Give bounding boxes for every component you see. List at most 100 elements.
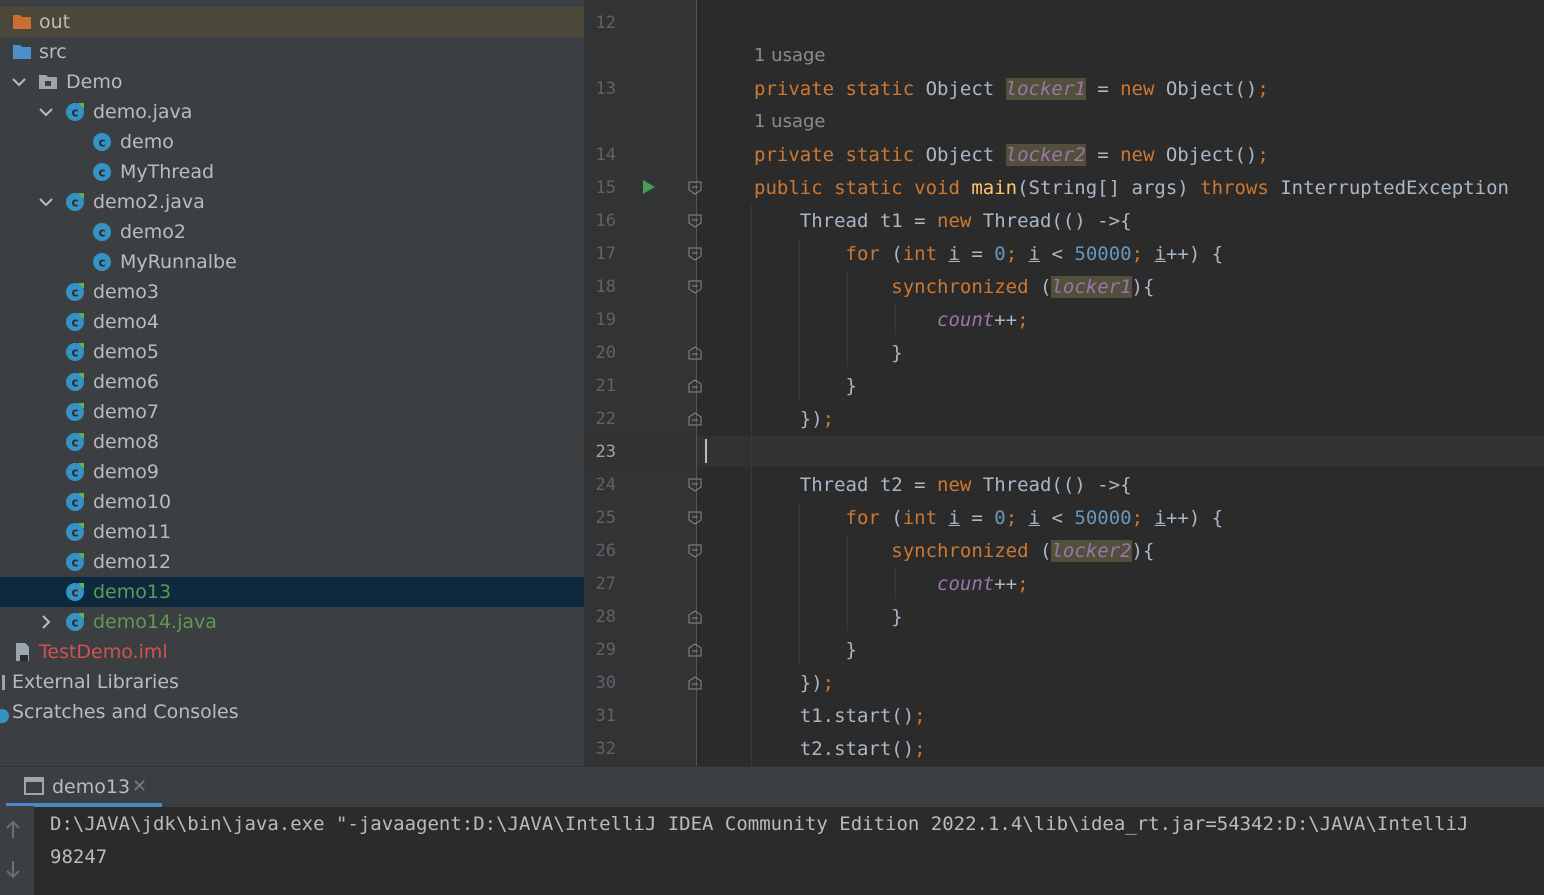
- java-class-icon: c: [66, 373, 84, 391]
- tree-item-demo12[interactable]: c demo12: [0, 547, 584, 577]
- java-class-icon: c: [66, 493, 84, 511]
- tree-item-class-myrunnalbe[interactable]: c MyRunnalbe: [0, 247, 584, 277]
- arrow-down-icon[interactable]: [4, 859, 22, 879]
- java-class-icon: c: [66, 553, 84, 571]
- line-number: 24: [595, 475, 616, 495]
- java-class-icon: c: [66, 583, 84, 601]
- java-class-icon: c: [66, 463, 84, 481]
- fold-end-icon[interactable]: [688, 412, 702, 426]
- close-icon[interactable]: ✕: [132, 776, 147, 798]
- tree-item-demo2-java[interactable]: c demo2.java: [0, 187, 584, 217]
- run-icon[interactable]: [642, 179, 656, 195]
- java-class-icon: c: [66, 343, 84, 361]
- code-line-28: }: [754, 606, 903, 628]
- tree-item-demo8[interactable]: c demo8: [0, 427, 584, 457]
- java-class-icon: c: [66, 523, 84, 541]
- run-tab-demo13[interactable]: demo13 ✕: [0, 767, 170, 807]
- scratches-icon: [0, 709, 9, 723]
- text-caret: [705, 439, 707, 463]
- line-number: 25: [595, 508, 616, 528]
- fold-end-icon[interactable]: [688, 676, 702, 690]
- tree-item-external-libraries[interactable]: External Libraries: [0, 667, 584, 697]
- usage-hint[interactable]: 1 usage: [754, 45, 826, 67]
- tree-item-demo4[interactable]: c demo4: [0, 307, 584, 337]
- tree-item-demo11[interactable]: c demo11: [0, 517, 584, 547]
- tree-item-label: demo.java: [93, 101, 193, 123]
- class-icon: c: [93, 223, 111, 241]
- svg-text:c: c: [71, 376, 78, 390]
- tree-item-demo3[interactable]: c demo3: [0, 277, 584, 307]
- line-number: 27: [595, 574, 616, 594]
- line-number: 14: [595, 145, 616, 165]
- tree-item-label: demo12: [93, 551, 172, 573]
- code-line-21: }: [754, 375, 857, 397]
- code-editor[interactable]: 12 13 14 15 16 17 18 19 20 21 22 23 24 2…: [584, 0, 1544, 766]
- indent-guide: [751, 205, 752, 766]
- svg-text:c: c: [71, 406, 78, 420]
- code-line-32: t2.start();: [754, 738, 926, 760]
- fold-end-icon[interactable]: [688, 643, 702, 657]
- fold-collapse-icon[interactable]: [688, 544, 702, 558]
- run-tool-window: demo13 ✕ D:\JAVA\jdk\bin\java.exe "-java…: [0, 766, 1544, 895]
- tree-item-demo-java[interactable]: c demo.java: [0, 97, 584, 127]
- svg-text:c: c: [98, 226, 105, 240]
- fold-end-icon[interactable]: [688, 610, 702, 624]
- line-number: 19: [595, 310, 616, 330]
- line-number: 30: [595, 673, 616, 693]
- fold-collapse-icon[interactable]: [688, 181, 702, 195]
- tree-item-label: demo8: [93, 431, 159, 453]
- tree-item-demo9[interactable]: c demo9: [0, 457, 584, 487]
- svg-text:c: c: [71, 526, 78, 540]
- tree-item-demo-package[interactable]: Demo: [0, 67, 584, 97]
- tree-item-out[interactable]: out: [0, 7, 584, 37]
- fold-end-icon[interactable]: [688, 346, 702, 360]
- fold-collapse-icon[interactable]: [688, 214, 702, 228]
- tree-item-class-demo2[interactable]: c demo2: [0, 217, 584, 247]
- java-class-icon: c: [66, 193, 84, 211]
- arrow-up-icon[interactable]: [4, 820, 22, 840]
- line-number: 22: [595, 409, 616, 429]
- line-number: 18: [595, 277, 616, 297]
- line-number: 20: [595, 343, 616, 363]
- chevron-right-icon[interactable]: [37, 613, 55, 631]
- chevron-down-icon[interactable]: [10, 73, 28, 91]
- tree-item-label: demo2.java: [93, 191, 205, 213]
- code-line-24: Thread t2 = new Thread(() ->{: [754, 474, 1132, 496]
- code-line-22: });: [754, 408, 835, 430]
- console-output-line: 98247: [50, 846, 108, 868]
- fold-collapse-icon[interactable]: [688, 478, 702, 492]
- tree-item-demo5[interactable]: c demo5: [0, 337, 584, 367]
- tree-item-demo14-java[interactable]: c demo14.java: [0, 607, 584, 637]
- usage-hint[interactable]: 1 usage: [754, 111, 826, 133]
- fold-collapse-icon[interactable]: [688, 511, 702, 525]
- tree-item-label: demo7: [93, 401, 159, 423]
- code-line-14: private static Object locker2 = new Obje…: [754, 144, 1269, 166]
- tree-item-demo13[interactable]: c demo13: [0, 577, 584, 607]
- iml-file-icon: [16, 643, 29, 661]
- code-line-30: });: [754, 672, 835, 694]
- tree-item-demo7[interactable]: c demo7: [0, 397, 584, 427]
- tree-item-label: MyThread: [120, 161, 215, 183]
- class-icon: c: [93, 133, 111, 151]
- tree-item-scratches[interactable]: Scratches and Consoles: [0, 697, 584, 727]
- java-class-icon: c: [66, 403, 84, 421]
- chevron-down-icon[interactable]: [37, 193, 55, 211]
- tree-item-demo10[interactable]: c demo10: [0, 487, 584, 517]
- tree-item-class-demo[interactable]: c demo: [0, 127, 584, 157]
- tree-item-src[interactable]: src: [0, 37, 584, 67]
- code-line-15: public static void main(String[] args) t…: [754, 177, 1509, 199]
- code-line-26: synchronized (locker2){: [891, 540, 1155, 562]
- tree-item-label: Scratches and Consoles: [12, 701, 239, 723]
- folder-blue-icon: [13, 45, 31, 59]
- code-line-20: }: [754, 342, 903, 364]
- chevron-down-icon[interactable]: [37, 103, 55, 121]
- fold-collapse-icon[interactable]: [688, 247, 702, 261]
- tree-item-demo6[interactable]: c demo6: [0, 367, 584, 397]
- class-icon: c: [93, 163, 111, 181]
- tree-item-testdemo-iml[interactable]: TestDemo.iml: [0, 637, 584, 667]
- fold-collapse-icon[interactable]: [688, 280, 702, 294]
- line-number: 29: [595, 640, 616, 660]
- tree-item-class-mythread[interactable]: c MyThread: [0, 157, 584, 187]
- fold-end-icon[interactable]: [688, 379, 702, 393]
- svg-text:c: c: [71, 556, 78, 570]
